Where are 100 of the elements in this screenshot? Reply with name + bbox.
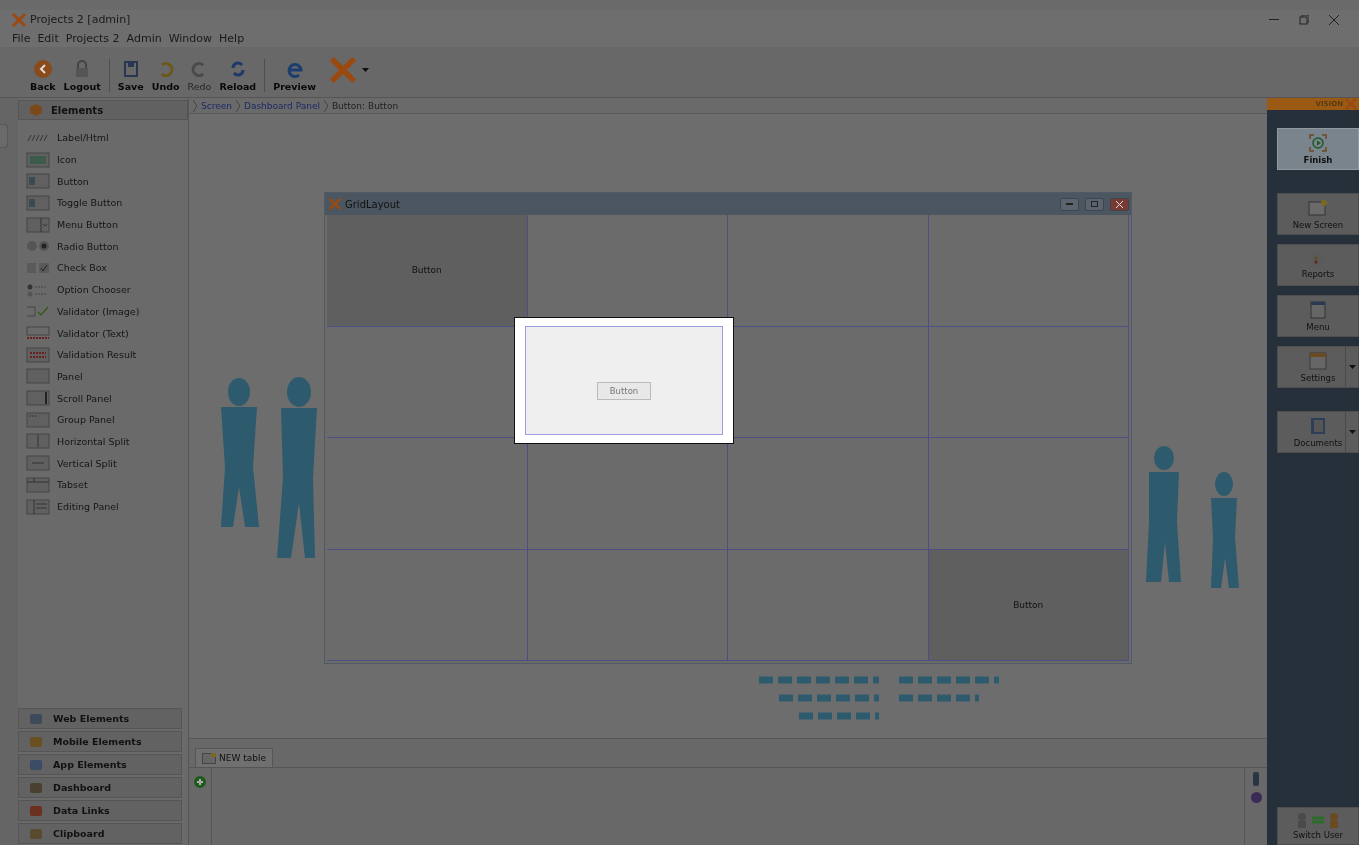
sidebar-action-button[interactable]: Settings	[1277, 346, 1359, 388]
palette-item[interactable]: Check Box	[26, 257, 188, 279]
add-icon[interactable]	[194, 776, 206, 788]
widget-thumbnail-icon	[26, 216, 50, 233]
expand-tab-icon[interactable]	[0, 124, 8, 148]
sidebar-action-button[interactable]: Finish	[1277, 128, 1359, 170]
validator-icon	[26, 303, 50, 320]
new-screen-icon	[1308, 198, 1328, 217]
users-swap-icon	[1296, 812, 1340, 828]
window-title: Projects 2 [admin]	[30, 13, 132, 26]
palette-item[interactable]: Button	[26, 170, 188, 193]
palette-item[interactable]: Tabset	[26, 474, 188, 496]
widget-thumbnail-icon	[26, 194, 50, 211]
palette-item[interactable]: Group Panel	[26, 408, 188, 431]
sidebar-action-button[interactable]: Menu	[1277, 295, 1359, 337]
toolbar-button[interactable]: Reload	[215, 59, 261, 92]
category-icon	[29, 758, 43, 771]
caret-icon	[1348, 430, 1356, 434]
category-header[interactable]: Dashboard	[18, 777, 182, 798]
palette-item[interactable]: Panel	[26, 365, 188, 388]
menu-item[interactable]: Admin	[126, 31, 162, 45]
minimize-icon	[1066, 203, 1073, 205]
grid-button[interactable]: Button	[327, 215, 528, 327]
palette-item[interactable]: Radio Button	[26, 235, 188, 258]
table-icon	[202, 752, 216, 764]
chevron-icon	[235, 99, 240, 112]
switch-user-button[interactable]: Switch User	[1277, 807, 1359, 845]
toolbar-button[interactable]: Logout	[59, 59, 105, 92]
brand-logo-icon	[1345, 98, 1357, 110]
close-button[interactable]	[1110, 197, 1129, 211]
highlighted-button[interactable]: Button	[596, 381, 652, 400]
sidebar-action-button[interactable]: New Screen	[1277, 193, 1359, 235]
toolbar-button[interactable]: Undo	[147, 59, 184, 92]
minimize-button[interactable]	[1060, 197, 1079, 211]
maximize-icon	[1091, 201, 1098, 207]
panel-title: Elements	[51, 104, 104, 116]
palette-item[interactable]: Option Chooser	[26, 278, 188, 301]
palette-item[interactable]: Validator (Image)	[26, 300, 188, 323]
widget-thumbnail-icon	[26, 346, 50, 363]
category-header[interactable]: Mobile Elements	[18, 731, 182, 752]
widget-thumbnail-icon	[26, 498, 50, 515]
table-tab[interactable]: NEW table	[195, 748, 273, 767]
chevron-icon	[323, 99, 328, 112]
category-header[interactable]: App Elements	[18, 754, 182, 775]
palette-item[interactable]: Menu Button	[26, 213, 188, 236]
menu-item[interactable]: File	[12, 31, 31, 45]
window-title: GridLayout	[345, 198, 401, 210]
category-icon	[29, 827, 43, 840]
category-icon	[29, 712, 43, 725]
widget-thumbnail-icon	[26, 151, 50, 168]
category-header[interactable]: Web Elements	[18, 708, 182, 729]
category-icon	[29, 804, 43, 817]
breadcrumb-link[interactable]: Screen	[201, 100, 232, 111]
validator-icon	[26, 325, 50, 342]
x-logo-icon	[329, 198, 341, 210]
widget-thumbnail-icon	[26, 411, 50, 428]
toolbar-button[interactable]: Preview	[264, 59, 320, 92]
breadcrumb-link[interactable]: Dashboard Panel	[243, 100, 320, 111]
grid-button[interactable]: Button	[928, 549, 1129, 661]
widget-thumbnail-icon	[26, 390, 50, 407]
cube-icon	[29, 103, 43, 117]
breadcrumb-current: Button: Button	[331, 100, 399, 111]
palette-item[interactable]: Icon	[26, 148, 188, 171]
menu-item[interactable]: Window	[168, 31, 213, 45]
notebook-icon	[1310, 416, 1326, 435]
palette-item[interactable]: Toggle Button	[26, 192, 188, 214]
x-gear-logo-icon	[329, 56, 356, 83]
palette-item[interactable]: Validator (Text)	[26, 322, 188, 344]
palette-item[interactable]: Label/Html	[26, 127, 188, 149]
toolbar-button[interactable]: Back	[26, 59, 60, 92]
widget-thumbnail-icon	[26, 476, 50, 493]
globe-icon[interactable]	[1250, 792, 1262, 803]
sidebar-action-button[interactable]: Documents	[1277, 411, 1359, 453]
toolbar-button[interactable]: Save	[108, 59, 148, 92]
palette-item[interactable]: Scroll Panel	[26, 387, 188, 409]
widget-thumbnail-icon	[26, 433, 50, 450]
category-icon	[29, 781, 43, 794]
maximize-button[interactable]	[1085, 197, 1104, 211]
category-header[interactable]: Data Links	[18, 800, 182, 821]
settings-icon	[1309, 351, 1327, 370]
widget-thumbnail-icon	[26, 368, 50, 385]
sidebar-action-button[interactable]: Reports	[1277, 244, 1359, 286]
database-icon[interactable]	[1253, 772, 1259, 786]
category-header[interactable]: Clipboard	[18, 823, 182, 844]
palette-item[interactable]: Editing Panel	[26, 495, 188, 518]
menu-item[interactable]: Edit	[37, 31, 59, 45]
widget-thumbnail-icon	[26, 455, 50, 472]
play-icon	[1309, 133, 1327, 152]
x-logo-icon	[12, 12, 26, 27]
menu-window-icon	[1310, 300, 1326, 319]
category-icon	[29, 735, 43, 748]
palette-item[interactable]: Horizontal Split	[26, 430, 188, 453]
menu-item[interactable]: Help	[219, 31, 245, 45]
widget-thumbnail-icon	[26, 173, 50, 190]
palette-item[interactable]: Vertical Split	[26, 452, 188, 474]
caret-icon	[361, 67, 369, 72]
caret-icon	[1348, 365, 1356, 369]
palette-item[interactable]: Validation Result	[26, 343, 188, 366]
chevron-icon	[193, 99, 197, 112]
menu-item[interactable]: Projects 2	[65, 31, 120, 45]
